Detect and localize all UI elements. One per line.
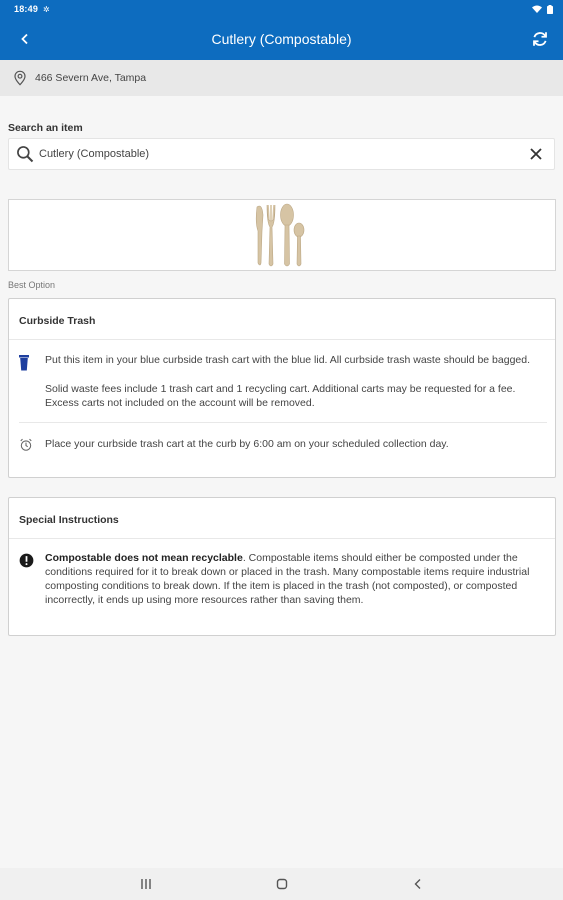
disposal-instruction: Put this item in your blue curbside tras…: [45, 354, 531, 366]
status-icons: [532, 4, 553, 14]
system-nav-bar: [0, 868, 563, 900]
refresh-button[interactable]: [527, 26, 553, 52]
battery-icon: [547, 4, 553, 14]
address-text: 466 Severn Ave, Tampa: [35, 72, 147, 84]
special-bold-text: Compostable does not mean recyclable: [45, 552, 243, 564]
close-icon: [530, 148, 542, 160]
gear-icon: ✲: [43, 4, 50, 14]
refresh-icon: [533, 32, 547, 46]
special-row: Compostable does not mean recyclable. Co…: [9, 539, 555, 607]
recent-apps-button[interactable]: [134, 872, 158, 896]
cutlery-image: [255, 203, 305, 267]
page-title: Cutlery (Compostable): [211, 31, 352, 47]
back-arrow-icon: [414, 879, 420, 889]
search-icon: [15, 144, 35, 164]
alarm-clock-icon: [19, 436, 45, 452]
disposal-schedule-row: Place your curbside trash cart at the cu…: [9, 423, 555, 452]
disposal-title: Curbside Trash: [9, 299, 555, 340]
disposal-fees: Solid waste fees include 1 trash cart an…: [45, 383, 516, 409]
clear-search-button[interactable]: [524, 142, 548, 166]
recent-apps-icon: [140, 879, 151, 889]
disposal-instruction-row: Put this item in your blue curbside tras…: [9, 340, 555, 410]
app-bar: Cutlery (Compostable): [0, 18, 563, 60]
special-instructions-card: Special Instructions Compostable does no…: [8, 497, 556, 636]
back-button[interactable]: [12, 26, 38, 52]
info-icon: [19, 551, 45, 607]
search-input[interactable]: [39, 148, 524, 160]
trash-cart-icon: [19, 353, 45, 410]
chevron-left-icon: [21, 33, 28, 45]
home-icon: [276, 878, 287, 890]
special-title: Special Instructions: [9, 498, 555, 539]
search-box: [8, 138, 555, 170]
home-button[interactable]: [270, 872, 294, 896]
system-back-button[interactable]: [406, 872, 430, 896]
location-bar[interactable]: 466 Severn Ave, Tampa: [0, 60, 563, 96]
item-image-card: [8, 199, 556, 271]
disposal-card: Curbside Trash Put this item in your blu…: [8, 298, 556, 478]
status-bar: 18:49 ✲: [0, 0, 563, 18]
location-pin-icon: [12, 70, 28, 86]
status-time: 18:49: [14, 4, 39, 14]
disposal-schedule: Place your curbside trash cart at the cu…: [45, 438, 449, 450]
wifi-icon: [532, 5, 542, 13]
best-option-label: Best Option: [8, 280, 56, 290]
search-label: Search an item: [8, 122, 83, 134]
